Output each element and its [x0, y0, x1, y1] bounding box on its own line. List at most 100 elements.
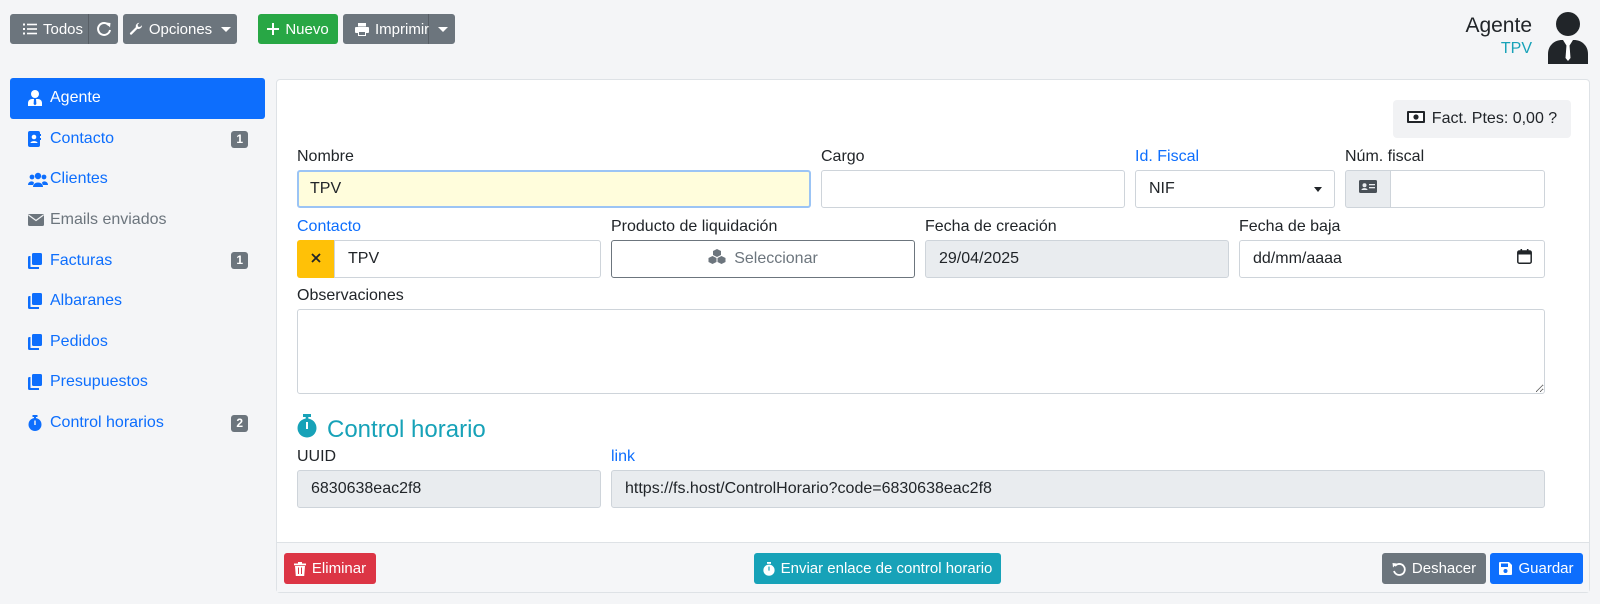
sidebar: Agente Contacto 1 Clientes Emails enviad…: [10, 78, 265, 443]
opciones-button[interactable]: Opciones: [123, 14, 237, 44]
nombre-input[interactable]: TPV: [297, 170, 811, 208]
sidebar-item-label: Agente: [50, 89, 101, 107]
sidebar-item-agente[interactable]: Agente: [10, 78, 265, 119]
sidebar-item-label: Pedidos: [50, 332, 108, 350]
refresh-icon[interactable]: [96, 21, 112, 37]
sidebar-item-label: Facturas: [50, 251, 113, 269]
num-fiscal-label: Núm. fiscal: [1345, 148, 1425, 165]
save-icon: [1499, 562, 1513, 575]
print-icon: [355, 22, 369, 36]
close-icon: [311, 250, 321, 268]
id-card-addon: [1345, 170, 1391, 208]
guardar-label: Guardar: [1518, 560, 1574, 577]
imprimir-dropdown-icon[interactable]: [438, 27, 448, 32]
id-fiscal-label[interactable]: Id. Fiscal: [1135, 148, 1199, 166]
users-icon: [28, 172, 50, 187]
contacto-value: TPV: [348, 250, 380, 267]
sidebar-item-label: Emails enviados: [50, 211, 167, 229]
eliminar-label: Eliminar: [311, 560, 367, 577]
todos-label: Todos: [43, 20, 84, 38]
guardar-button[interactable]: Guardar: [1490, 553, 1583, 584]
address-book-icon: [28, 130, 50, 147]
num-fiscal-input[interactable]: [1390, 170, 1545, 208]
sidebar-item-albaranes[interactable]: Albaranes: [10, 281, 265, 322]
id-fiscal-select[interactable]: NIF: [1135, 170, 1335, 208]
stopwatch-icon: [28, 415, 50, 432]
seleccionar-producto-button[interactable]: Seleccionar: [611, 240, 915, 278]
cargo-label: Cargo: [821, 148, 865, 165]
stopwatch-icon: [762, 561, 775, 576]
fecha-baja-label: Fecha de baja: [1239, 218, 1341, 235]
money-bill-icon: [1406, 110, 1425, 128]
sidebar-item-label: Presupuestos: [50, 373, 148, 391]
sidebar-item-facturas[interactable]: Facturas 1: [10, 240, 265, 281]
opciones-label: Opciones: [148, 20, 213, 38]
copy-icon: [28, 293, 50, 310]
copy-icon: [28, 374, 50, 391]
fecha-baja-placeholder: dd/mm/aaaa: [1253, 250, 1342, 267]
uuid-input: 6830638eac2f8: [297, 470, 601, 508]
sidebar-item-label: Albaranes: [50, 292, 123, 310]
fecha-creacion-label: Fecha de creación: [925, 218, 1057, 235]
chevron-down-icon: [1314, 186, 1322, 192]
agent-form-card: Fact. Ptes: 0,00 ? Nombre TPV Cargo Id. …: [276, 79, 1590, 593]
sidebar-item-label: Clientes: [50, 170, 108, 188]
link-value: https://fs.host/ControlHorario?code=6830…: [625, 480, 992, 497]
envelope-icon: [28, 214, 50, 227]
user-tie-icon: [28, 90, 50, 107]
page-subtitle: TPV: [1500, 40, 1532, 57]
page-title: Agente: [1465, 14, 1532, 37]
id-fiscal-value: NIF: [1149, 180, 1175, 197]
undo-icon: [1392, 562, 1406, 576]
sidebar-item-label: Contacto: [50, 129, 115, 147]
contacto-label[interactable]: Contacto: [297, 218, 361, 236]
calendar-icon[interactable]: [1517, 249, 1532, 269]
count-badge: 2: [231, 414, 248, 432]
sidebar-item-pedidos[interactable]: Pedidos: [10, 322, 265, 363]
nombre-value: TPV: [310, 180, 342, 197]
copy-icon: [28, 252, 50, 269]
observaciones-label: Observaciones: [297, 287, 404, 304]
id-card-icon: [1359, 180, 1377, 198]
deshacer-label: Deshacer: [1411, 560, 1477, 577]
nombre-label: Nombre: [297, 148, 354, 165]
count-badge: 1: [231, 252, 248, 270]
count-badge: 1: [231, 130, 248, 148]
list-icon: [23, 23, 37, 35]
sidebar-item-presupuestos[interactable]: Presupuestos: [10, 362, 265, 403]
chevron-down-icon: [221, 26, 232, 32]
sidebar-item-clientes[interactable]: Clientes: [10, 159, 265, 200]
fecha-baja-input[interactable]: dd/mm/aaaa: [1239, 240, 1545, 278]
sidebar-item-emails-enviados[interactable]: Emails enviados: [10, 200, 265, 241]
nuevo-button[interactable]: Nuevo: [258, 14, 338, 44]
nuevo-label: Nuevo: [285, 20, 329, 38]
imprimir-label: Imprimir: [375, 20, 430, 38]
sidebar-item-label: Control horarios: [50, 414, 164, 432]
sidebar-item-contacto[interactable]: Contacto 1: [10, 119, 265, 160]
plus-icon: [267, 23, 280, 35]
seleccionar-label: Seleccionar: [734, 250, 818, 267]
eliminar-button[interactable]: Eliminar: [284, 553, 376, 584]
contacto-input[interactable]: TPV: [334, 240, 601, 278]
cubes-icon: [708, 249, 726, 269]
producto-label: Producto de liquidación: [611, 218, 778, 235]
control-horario-heading: Control horario: [297, 414, 486, 445]
enviar-enlace-button[interactable]: Enviar enlace de control horario: [754, 553, 1001, 584]
deshacer-button[interactable]: Deshacer: [1382, 553, 1486, 584]
control-horario-title: Control horario: [327, 415, 486, 443]
observaciones-textarea[interactable]: [297, 309, 1545, 394]
trash-icon: [293, 561, 306, 576]
cargo-input[interactable]: [821, 170, 1125, 208]
pending-invoices-text: Fact. Ptes: 0,00 ?: [1431, 110, 1558, 127]
uuid-label: UUID: [297, 448, 337, 465]
fecha-creacion-value: 29/04/2025: [939, 250, 1020, 267]
link-input: https://fs.host/ControlHorario?code=6830…: [611, 470, 1545, 508]
pending-invoices-badge[interactable]: Fact. Ptes: 0,00 ?: [1393, 100, 1571, 138]
clear-contact-button[interactable]: [297, 240, 335, 278]
sidebar-item-control-horarios[interactable]: Control horarios 2: [10, 403, 265, 444]
fecha-creacion-input: 29/04/2025: [925, 240, 1229, 278]
agent-avatar-icon: [1546, 12, 1590, 64]
link-label[interactable]: link: [611, 448, 635, 466]
copy-icon: [28, 333, 50, 350]
stopwatch-icon: [297, 414, 317, 445]
